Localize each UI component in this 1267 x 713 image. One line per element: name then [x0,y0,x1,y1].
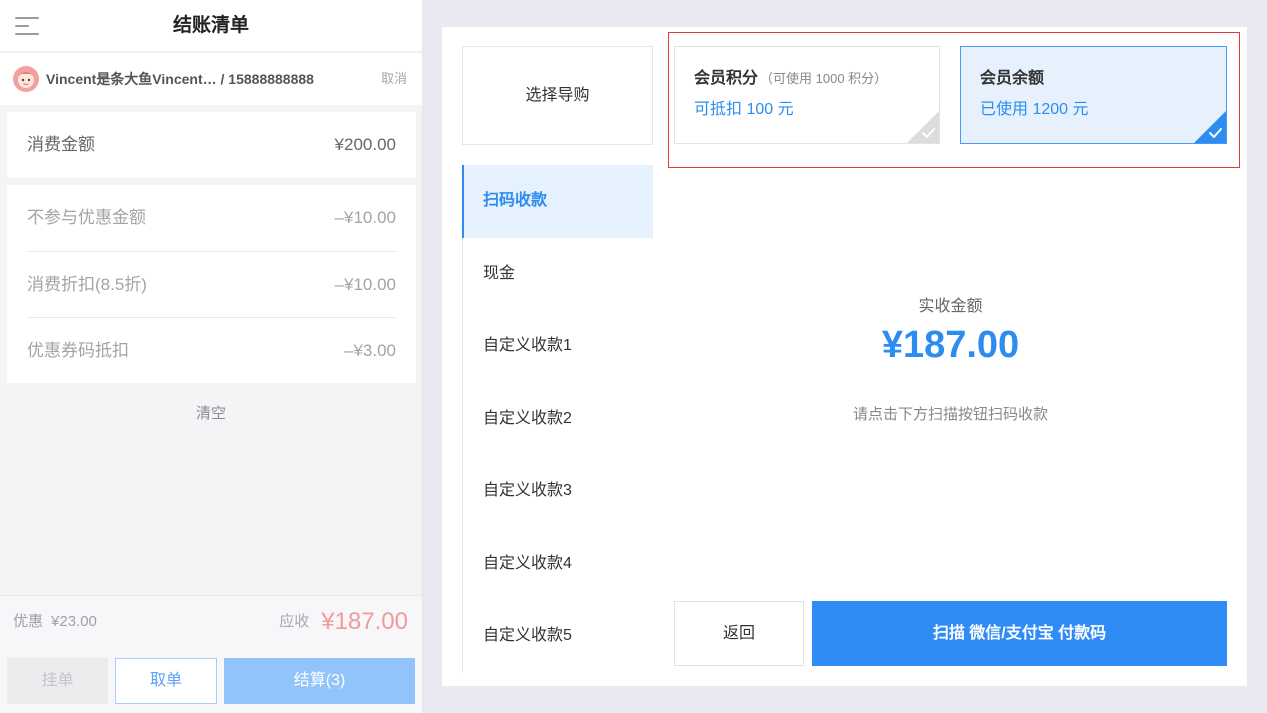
deduction-label: 消费折扣(8.5折) [27,275,147,294]
deduction-row: 消费折扣(8.5折) –¥10.00 [27,251,396,317]
payment-method-custom-5[interactable]: 自定义收款5 [463,600,653,673]
payment-method-custom-4[interactable]: 自定义收款4 [463,528,653,601]
payment-method-list: 扫码收款 现金 自定义收款1 自定义收款2 自定义收款3 自定义收款4 自定义收… [462,165,653,673]
amount-area: 实收金额 ¥187.00 请点击下方扫描按钮扫码收款 [674,27,1227,423]
payment-method-custom-1[interactable]: 自定义收款1 [463,310,653,383]
payment-panel: 选择导购 扫码收款 现金 自定义收款1 自定义收款2 自定义收款3 自定义收款4… [442,27,1247,686]
member-points-note: （可使用 1000 积分） [760,71,888,86]
deductions-card: 不参与优惠金额 –¥10.00 消费折扣(8.5折) –¥10.00 优惠券码抵… [7,185,416,383]
bill-total-label: 消费金额 [27,135,95,154]
discount-label: 优惠 [13,613,44,630]
member-balance-option[interactable]: 会员余额 已使用 1200 元 [960,46,1227,144]
deduction-row: 不参与优惠金额 –¥10.00 [27,185,396,251]
hold-order-button[interactable]: 挂单 [7,658,108,704]
scan-payment-code-button[interactable]: 扫描 微信/支付宝 付款码 [812,601,1227,666]
member-points-title-row: 会员积分 （可使用 1000 积分） [694,68,887,90]
checkout-button[interactable]: 结算(3) [224,658,415,704]
avatar [13,66,39,92]
receivable-label: 应收 [279,613,310,630]
checkout-footer: 优惠 ¥23.00 应收 ¥187.00 挂单 取单 结算(3) [0,595,422,713]
bill-total-card: 消费金额 ¥200.00 [7,112,416,178]
deduction-value: –¥10.00 [334,208,396,227]
deduction-row: 优惠券码抵扣 –¥3.00 [27,317,396,383]
payment-method-scan[interactable]: 扫码收款 [462,165,653,238]
header: 结账清单 [0,0,422,52]
payment-method-cash[interactable]: 现金 [463,238,653,311]
member-points-detail: 可抵扣 100 元 [694,101,794,118]
cancel-member-button[interactable]: 取消 [381,53,407,105]
discount-value: ¥23.00 [51,613,97,630]
deduction-label: 优惠券码抵扣 [27,341,129,360]
back-button[interactable]: 返回 [674,601,804,666]
discount-summary: 优惠 ¥23.00 [13,610,97,634]
member-row: Vincent是条大鱼Vincent… / 15888888888 取消 [0,53,422,105]
retrieve-order-button[interactable]: 取单 [115,658,217,704]
bill-total-row: 消费金额 ¥200.00 [27,112,396,178]
deduction-label: 不参与优惠金额 [27,208,146,227]
check-icon [907,111,939,143]
clear-button[interactable]: 清空 [0,402,422,426]
member-balance-detail: 已使用 1200 元 [980,101,1089,118]
actual-amount-label: 实收金额 [918,298,983,315]
payment-method-custom-2[interactable]: 自定义收款2 [463,383,653,456]
scan-hint: 请点击下方扫描按钮扫码收款 [852,406,1048,423]
page-title: 结账清单 [172,15,249,36]
bill-total-value: ¥200.00 [334,135,396,154]
member-points-option[interactable]: 会员积分 （可使用 1000 积分） 可抵扣 100 元 [674,46,940,144]
actual-amount-value: ¥187.00 [881,324,1020,366]
deduction-value: –¥10.00 [334,275,396,294]
member-points-title: 会员积分 [694,70,759,87]
check-icon [1194,111,1226,143]
payment-method-custom-3[interactable]: 自定义收款3 [463,455,653,528]
member-info: Vincent是条大鱼Vincent… / 15888888888 [46,71,314,87]
checkout-list-panel: 结账清单 Vincent是条大鱼Vincent… / 15888888888 取… [0,0,423,713]
receivable-summary: 应收 ¥187.00 [279,606,408,638]
member-balance-title: 会员余额 [980,70,1045,87]
receivable-value: ¥187.00 [321,608,408,635]
deduction-value: –¥3.00 [344,341,396,360]
select-guide-button[interactable]: 选择导购 [462,46,653,145]
